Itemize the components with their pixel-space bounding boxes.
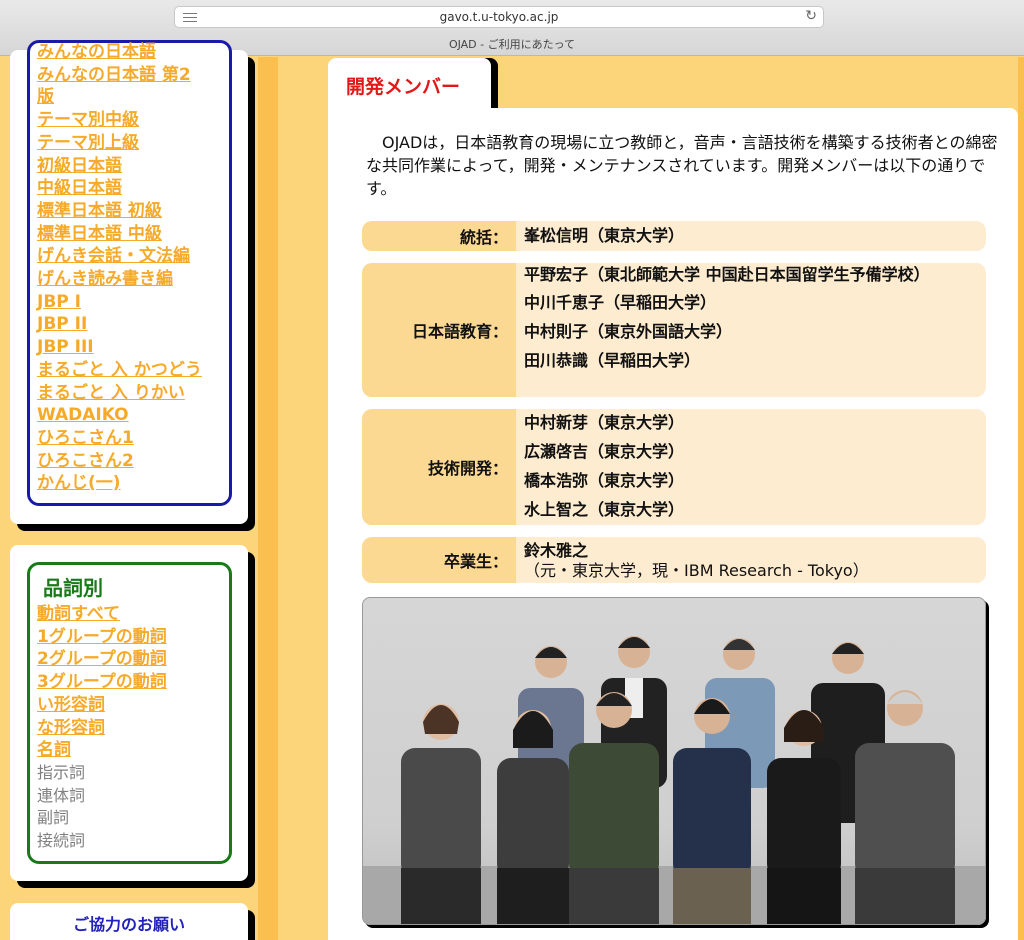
member-name: 広瀬啓吉（東京大学）	[524, 442, 685, 461]
textbook-link[interactable]: JBP II	[37, 313, 202, 336]
textbook-link[interactable]: 初級日本語	[37, 155, 202, 178]
member-name: 中村則子（東京外国語大学）	[524, 322, 733, 341]
textbook-link[interactable]: 版	[37, 86, 202, 109]
reload-icon[interactable]: ↻	[805, 8, 817, 24]
member-role-label: 統括：	[362, 221, 516, 251]
cooperation-link[interactable]: ご協力のお願い	[10, 911, 248, 935]
member-role-label: 技術開発：	[362, 409, 516, 525]
textbook-link[interactable]: テーマ別中級	[37, 109, 202, 132]
textbook-link[interactable]: WADAIKO	[37, 404, 202, 427]
section-title: 開発メンバー	[346, 76, 461, 98]
pos-list: 品詞別 動詞すべて 1グループの動詞 2グループの動詞 3グループの動詞 い形容…	[27, 562, 232, 864]
address-bar[interactable]: gavo.t.u-tokyo.ac.jp ↻	[174, 6, 824, 28]
member-name: 峯松信明（東京大学）	[524, 226, 685, 245]
textbook-link[interactable]: げんき読み書き編	[37, 268, 202, 291]
textbook-link[interactable]: 中級日本語	[37, 177, 202, 200]
textbook-link[interactable]: ひろこさん1	[37, 427, 202, 450]
pos-link[interactable]: 1グループの動詞	[37, 626, 167, 649]
textbook-link[interactable]: JBP I	[37, 291, 202, 314]
sidebar-pos-box: 品詞別 動詞すべて 1グループの動詞 2グループの動詞 3グループの動詞 い形容…	[10, 545, 248, 881]
textbook-link[interactable]: みんなの日本語 第2	[37, 64, 202, 87]
sidebar-textbooks-box: みんなの日本語 みんなの日本語 第2 版 テーマ別中級 テーマ別上級 初級日本語…	[10, 40, 248, 524]
sidebar-cooperation-box: ご協力のお願い	[10, 903, 248, 940]
member-name: 橋本浩弥（東京大学）	[524, 471, 685, 490]
member-row-tech: 技術開発： 中村新芽（東京大学） 広瀬啓吉（東京大学） 橋本浩弥（東京大学） 水…	[362, 409, 986, 525]
main-panel: OJADは，日本語教育の現場に立つ教師と，音声・言語技術を構築する技術者との綿密…	[328, 108, 1018, 940]
textbook-list: みんなの日本語 みんなの日本語 第2 版 テーマ別中級 テーマ別上級 初級日本語…	[27, 40, 232, 506]
pos-inactive-item: 連体詞	[37, 785, 86, 805]
pos-link[interactable]: い形容詞	[37, 694, 167, 717]
pos-inactive-item: 指示詞	[37, 762, 86, 782]
member-name: 中川千恵子（早稲田大学）	[524, 293, 717, 312]
textbook-link[interactable]: JBP III	[37, 336, 202, 359]
textbook-link[interactable]: げんき会話・文法編	[37, 245, 202, 268]
decor-stripe	[258, 57, 278, 940]
url-text: gavo.t.u-tokyo.ac.jp	[439, 10, 559, 24]
textbook-link[interactable]: かんじ(一)	[37, 472, 202, 495]
group-photo	[362, 597, 986, 925]
intro-text: OJADは，日本語教育の現場に立つ教師と，音声・言語技術を構築する技術者との綿密…	[366, 133, 998, 198]
member-name: 田川恭識（早稲田大学）	[524, 351, 701, 370]
pos-link[interactable]: 動詞すべて	[37, 603, 167, 626]
textbook-link[interactable]: まるごと 入 かつどう	[37, 359, 202, 382]
member-role-label: 卒業生：	[362, 537, 516, 583]
pos-link[interactable]: な形容詞	[37, 717, 167, 740]
member-row-alumni: 卒業生： 鈴木雅之 （元・東京大学，現・IBM Research - Tokyo…	[362, 537, 986, 583]
textbook-link[interactable]: みんなの日本語	[37, 41, 202, 64]
pos-inactive-item: 接続詞	[37, 830, 86, 850]
textbook-link[interactable]: テーマ別上級	[37, 132, 202, 155]
textbook-link[interactable]: まるごと 入 りかい	[37, 382, 202, 405]
member-name: 鈴木雅之	[524, 541, 589, 560]
textbook-link[interactable]: 標準日本語 初級	[37, 200, 202, 223]
pos-link[interactable]: 2グループの動詞	[37, 648, 167, 671]
pos-link[interactable]: 名詞	[37, 739, 167, 762]
member-row-lead: 統括： 峯松信明（東京大学）	[362, 221, 986, 251]
member-name: 中村新芽（東京大学）	[524, 413, 685, 432]
section-tab: 開発メンバー	[328, 58, 491, 108]
member-affiliation: （元・東京大学，現・IBM Research - Tokyo）	[524, 561, 869, 580]
textbook-link[interactable]: 標準日本語 中級	[37, 223, 202, 246]
decor-stripe-right	[1018, 57, 1024, 940]
textbook-link[interactable]: ひろこさん2	[37, 450, 202, 473]
member-name: 水上智之（東京大学）	[524, 500, 685, 519]
member-row-education: 日本語教育： 平野宏子（東北師範大学 中国赴日本国留学生予備学校） 中川千恵子（…	[362, 263, 986, 397]
pos-link[interactable]: 3グループの動詞	[37, 671, 167, 694]
member-name: 平野宏子（東北師範大学 中国赴日本国留学生予備学校）	[524, 265, 930, 284]
member-role-label: 日本語教育：	[362, 263, 516, 397]
pos-heading: 品詞別	[43, 576, 103, 600]
pos-inactive-item: 副詞	[37, 808, 70, 828]
group-photo-drawing	[363, 636, 985, 924]
